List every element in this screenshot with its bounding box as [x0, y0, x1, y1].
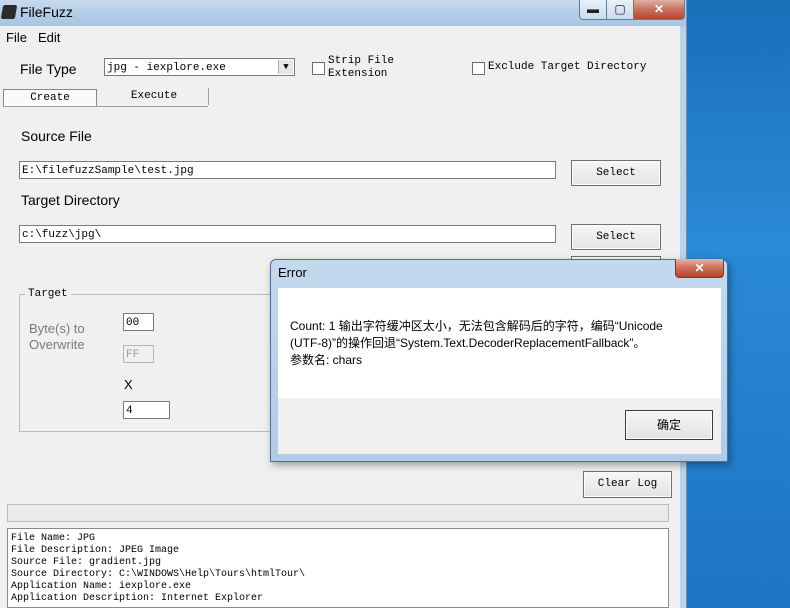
progress-bar	[7, 504, 669, 522]
exclude-target-directory-checkbox[interactable]	[472, 62, 485, 75]
bytes-label-line1: Byte(s) to	[29, 321, 85, 336]
dialog-message-line2: (UTF-8)”的操作回退“System.Text.DecoderReplace…	[290, 336, 646, 350]
log-line: Application Description: Internet Explor…	[11, 593, 264, 605]
dialog-message-line3: 参数名: chars	[290, 353, 363, 367]
dialog-message-line1: Count: 1 输出字符缓冲区太小，无法包含解码后的字符，编码“Unicode	[290, 319, 663, 333]
target-directory-input[interactable]: c:\fuzz\jpg\	[19, 225, 556, 243]
tab-create[interactable]: Create	[3, 89, 97, 107]
menu-file[interactable]: File	[6, 30, 27, 45]
byte-value-input[interactable]: 00	[123, 313, 154, 331]
strip-extension-label: Strip File Extension	[328, 55, 394, 81]
chevron-down-icon[interactable]: ▼	[278, 60, 293, 74]
log-line: Application Name: iexplore.exe	[11, 581, 192, 593]
dialog-title: Error	[278, 265, 307, 280]
bytes-label-line2: Overwrite	[29, 337, 85, 352]
file-type-select[interactable]: jpg - iexplore.exe ▼	[104, 58, 295, 76]
clear-log-button[interactable]: Clear Log	[583, 471, 672, 498]
dialog-ok-button[interactable]: 确定	[625, 410, 713, 440]
dialog-message: Count: 1 输出字符缓冲区太小，无法包含解码后的字符，编码“Unicode…	[290, 318, 710, 369]
log-line: File Description: JPEG Image	[11, 545, 180, 557]
log-line: File Name: JPG	[11, 533, 96, 544]
maximize-button[interactable]: ▢	[606, 0, 634, 20]
source-file-input[interactable]: E:\filefuzzSample\test.jpg	[19, 161, 556, 179]
strip-extension-line2: Extension	[328, 68, 388, 80]
target-directory-label: Target Directory	[21, 192, 120, 208]
log-output[interactable]: File Name: JPG File Description: JPEG Im…	[7, 528, 669, 608]
tab-execute[interactable]: Execute	[100, 88, 209, 105]
count-input[interactable]: 4	[123, 401, 170, 419]
log-line: Source File: gradient.jpg	[11, 557, 162, 569]
strip-extension-checkbox[interactable]	[312, 62, 325, 75]
minimize-button[interactable]: ▬	[579, 0, 607, 20]
target-group-title: Target	[25, 288, 71, 300]
exclude-target-directory-label: Exclude Target Directory	[488, 61, 647, 73]
file-type-label: File Type	[20, 61, 77, 77]
byte-value-disabled-input: FF	[123, 345, 154, 363]
menu-bar	[0, 28, 680, 48]
log-line: Source Directory: C:\WINDOWS\Help\Tours\…	[11, 569, 306, 581]
close-button[interactable]: ✕	[633, 0, 685, 20]
target-select-button[interactable]: Select	[571, 224, 661, 250]
dialog-close-button[interactable]: ✕	[675, 259, 724, 278]
source-file-label: Source File	[21, 128, 92, 144]
source-select-button[interactable]: Select	[571, 160, 661, 186]
tab-divider	[3, 106, 208, 107]
app-icon	[0, 5, 18, 19]
x-label: X	[124, 377, 133, 392]
window-title: FileFuzz	[20, 4, 73, 20]
bytes-overwrite-label: Byte(s) to Overwrite	[29, 321, 85, 353]
menu-edit[interactable]: Edit	[38, 30, 60, 45]
strip-extension-line1: Strip File	[328, 55, 395, 67]
file-type-value: jpg - iexplore.exe	[107, 62, 226, 74]
